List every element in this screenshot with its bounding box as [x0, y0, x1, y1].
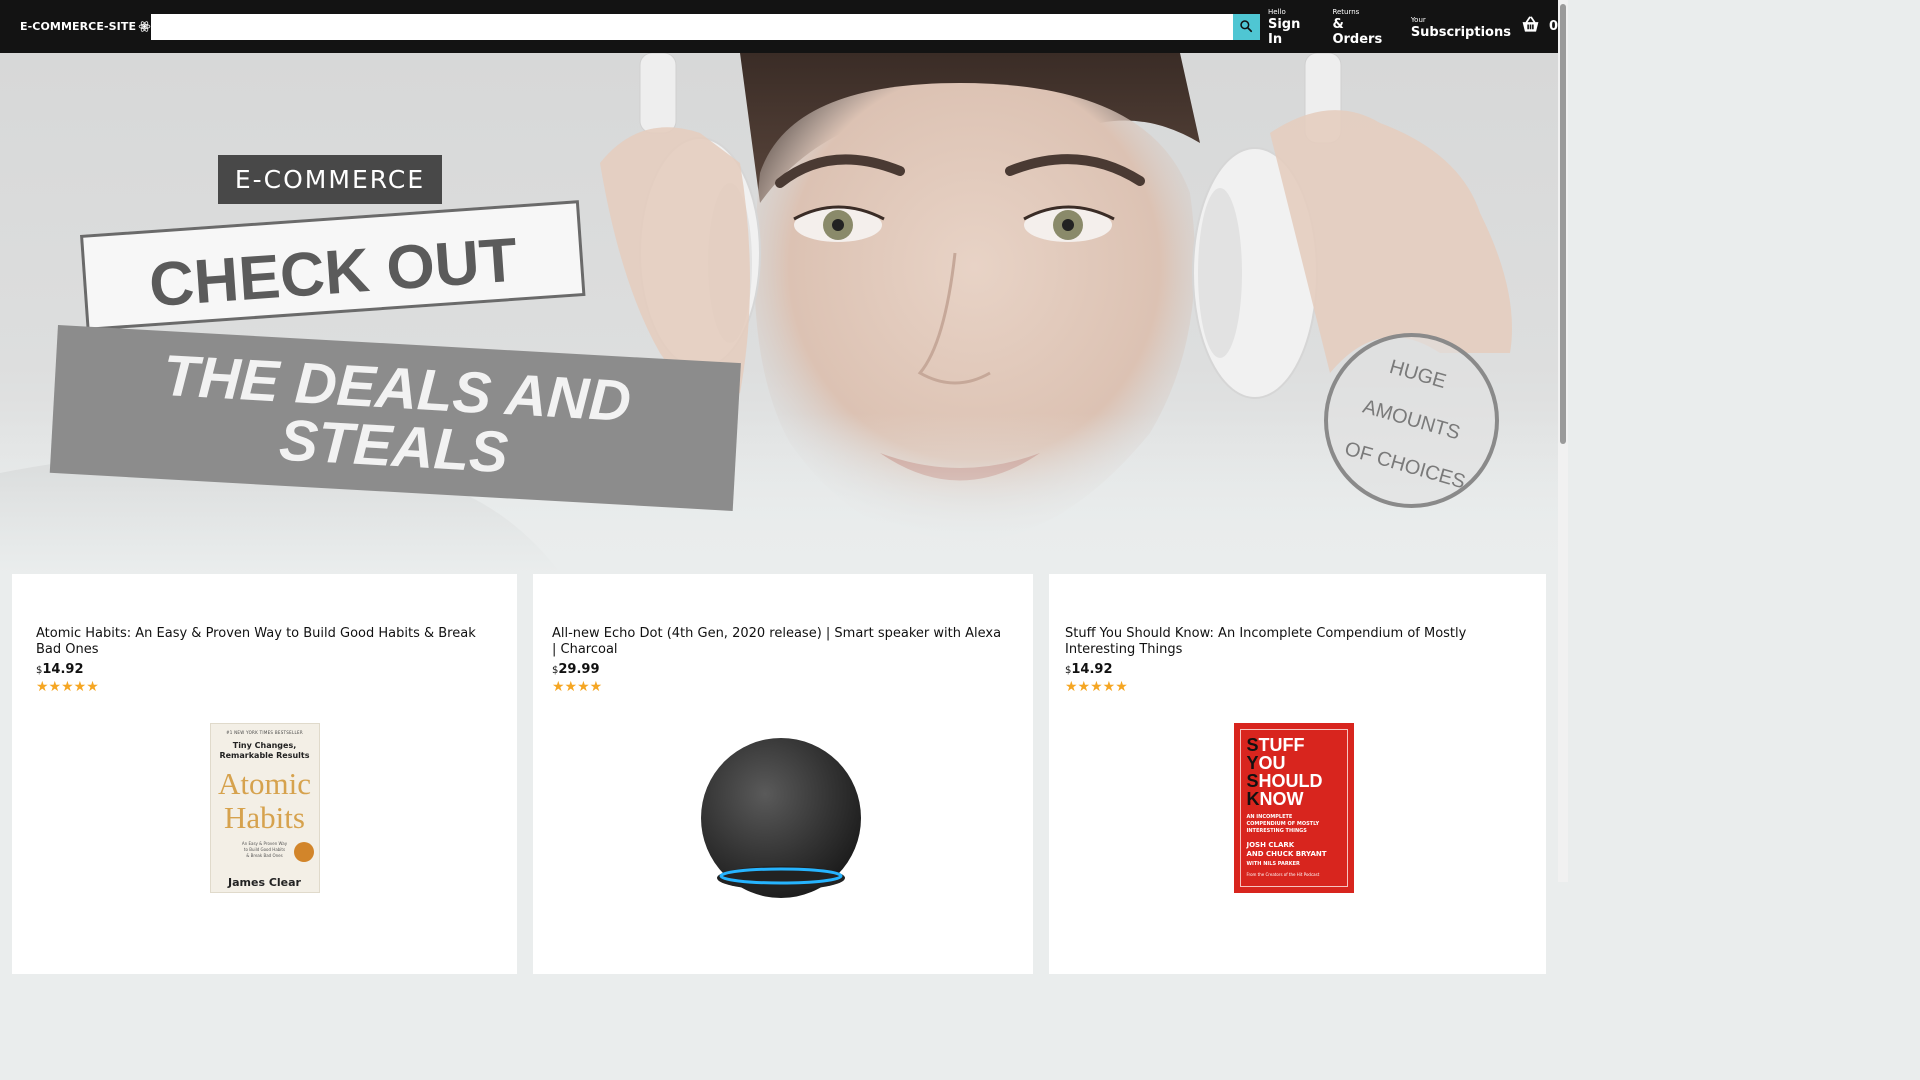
search-button[interactable]	[1232, 14, 1260, 40]
product-price: $ 14.92	[36, 662, 493, 677]
nav-sign-in[interactable]: Hello Sign In	[1268, 8, 1316, 47]
cover-author: James Clear	[228, 876, 301, 889]
basket-icon	[1521, 16, 1540, 37]
price-amount: 14.92	[42, 662, 84, 677]
cover-authors: JOSH CLARK AND CHUCK BRYANT WITH NILS PA…	[1246, 841, 1327, 867]
basket-button[interactable]: 0	[1521, 16, 1558, 37]
cover-desc-3: & Break Bad Ones	[246, 853, 283, 858]
cover-desc-1: An Easy & Proven Way	[241, 841, 288, 846]
badge-line2: AMOUNTS	[1360, 395, 1463, 445]
cover-title: Atomic Habits	[218, 767, 311, 835]
nav-sign-in-line1: Hello	[1267, 8, 1286, 16]
star-rating: ★★★★★	[36, 679, 99, 695]
echo-dot-image	[700, 738, 861, 898]
cover-title-1: Atomic	[218, 766, 311, 801]
nav-returns-orders[interactable]: Returns & Orders	[1332, 8, 1394, 47]
cover-subtitle-2: Remarkable Results	[219, 751, 310, 760]
cover-bestseller: #1 NEW YORK TIMES BESTSELLER	[226, 730, 303, 735]
cover-footer: From the Creators of the Hit Podcast	[1246, 872, 1320, 877]
cover-desc-2: to Build Good Habits	[243, 847, 286, 852]
search-icon	[1239, 18, 1253, 37]
product-price: $ 14.92	[1065, 662, 1522, 677]
product-image[interactable]: STUFF YOU SHOULD KNOW AN INCOMPLETE COMP…	[1065, 723, 1522, 893]
cover-title-line-1: STUFF	[1246, 735, 1305, 755]
site-logo[interactable]: E-COMMERCE-SITE	[20, 20, 151, 33]
hero-headline-2-line2: STEALS	[277, 407, 510, 486]
product-card[interactable]: Atomic Habits: An Easy & Proven Way to B…	[12, 574, 517, 974]
cover-subtitle: Tiny Changes, Remarkable Results	[219, 741, 309, 761]
basket-count: 0	[1548, 19, 1558, 34]
search-bar	[151, 14, 1260, 40]
nav-sign-in-line2: Sign In	[1267, 17, 1301, 47]
scrollbar-thumb[interactable]	[1560, 4, 1566, 444]
nav-subscriptions-line2: Subscriptions	[1410, 24, 1511, 40]
nav-returns-line2: & Orders	[1332, 17, 1383, 47]
price-amount: 14.92	[1071, 662, 1113, 677]
product-card[interactable]: All-new Echo Dot (4th Gen, 2020 release)…	[533, 574, 1033, 974]
cover-seal	[293, 842, 314, 862]
product-card[interactable]: Stuff You Should Know: An Incomplete Com…	[1049, 574, 1546, 974]
badge-line1: HUGE	[1387, 355, 1449, 394]
product-row: Atomic Habits: An Easy & Proven Way to B…	[12, 574, 1546, 974]
react-atom-icon	[138, 20, 151, 33]
product-title[interactable]: Atomic Habits: An Easy & Proven Way to B…	[36, 626, 493, 658]
cover-subtitle-1: Tiny Changes,	[232, 741, 297, 750]
cover-title-line-2: YOU	[1246, 753, 1286, 773]
star-rating: ★★★★★	[1065, 679, 1128, 695]
search-input[interactable]	[151, 14, 1233, 40]
nav-returns-line1: Returns	[1332, 8, 1360, 16]
header-nav: Hello Sign In Returns & Orders Your Subs…	[1268, 6, 1558, 47]
product-image[interactable]: #1 NEW YORK TIMES BESTSELLER Tiny Change…	[36, 723, 493, 893]
page-scrollbar[interactable]	[1558, 0, 1568, 882]
product-image[interactable]	[552, 738, 1009, 898]
product-title[interactable]: Stuff You Should Know: An Incomplete Com…	[1065, 626, 1522, 658]
price-amount: 29.99	[558, 662, 600, 677]
nav-subscriptions[interactable]: Your Subscriptions	[1411, 16, 1511, 40]
hero-tag: E-COMMERCE	[218, 155, 442, 204]
hero-badge: HUGE AMOUNTS OF CHOICES	[1324, 333, 1499, 508]
cover-title-line-3: SHOULD	[1246, 771, 1323, 791]
nav-subscriptions-line1: Your	[1410, 15, 1426, 24]
cover-subtitle: AN INCOMPLETE COMPENDIUM OF MOSTLY INTER…	[1246, 814, 1320, 834]
top-nav-bar: E-COMMERCE-SITE Hello Sign In Returns & …	[0, 0, 1558, 53]
cover-description: An Easy & Proven Way to Build Good Habit…	[242, 841, 287, 859]
atomic-habits-cover: #1 NEW YORK TIMES BESTSELLER Tiny Change…	[209, 723, 320, 893]
cover-title-2: Habits	[224, 800, 305, 835]
star-rating: ★★★★	[552, 679, 603, 695]
cover-title-line-4: KNOW	[1246, 789, 1304, 809]
product-price: $ 29.99	[552, 662, 1009, 677]
logo-text: E-COMMERCE-SITE	[20, 20, 137, 33]
product-title[interactable]: All-new Echo Dot (4th Gen, 2020 release)…	[552, 626, 1009, 658]
badge-line3: OF CHOICES	[1342, 437, 1469, 494]
stuff-you-should-know-cover: STUFF YOU SHOULD KNOW AN INCOMPLETE COMP…	[1233, 723, 1354, 893]
hero-banner: E-COMMERCE CHECK OUT THE DEALS AND STEAL…	[0, 53, 1558, 573]
